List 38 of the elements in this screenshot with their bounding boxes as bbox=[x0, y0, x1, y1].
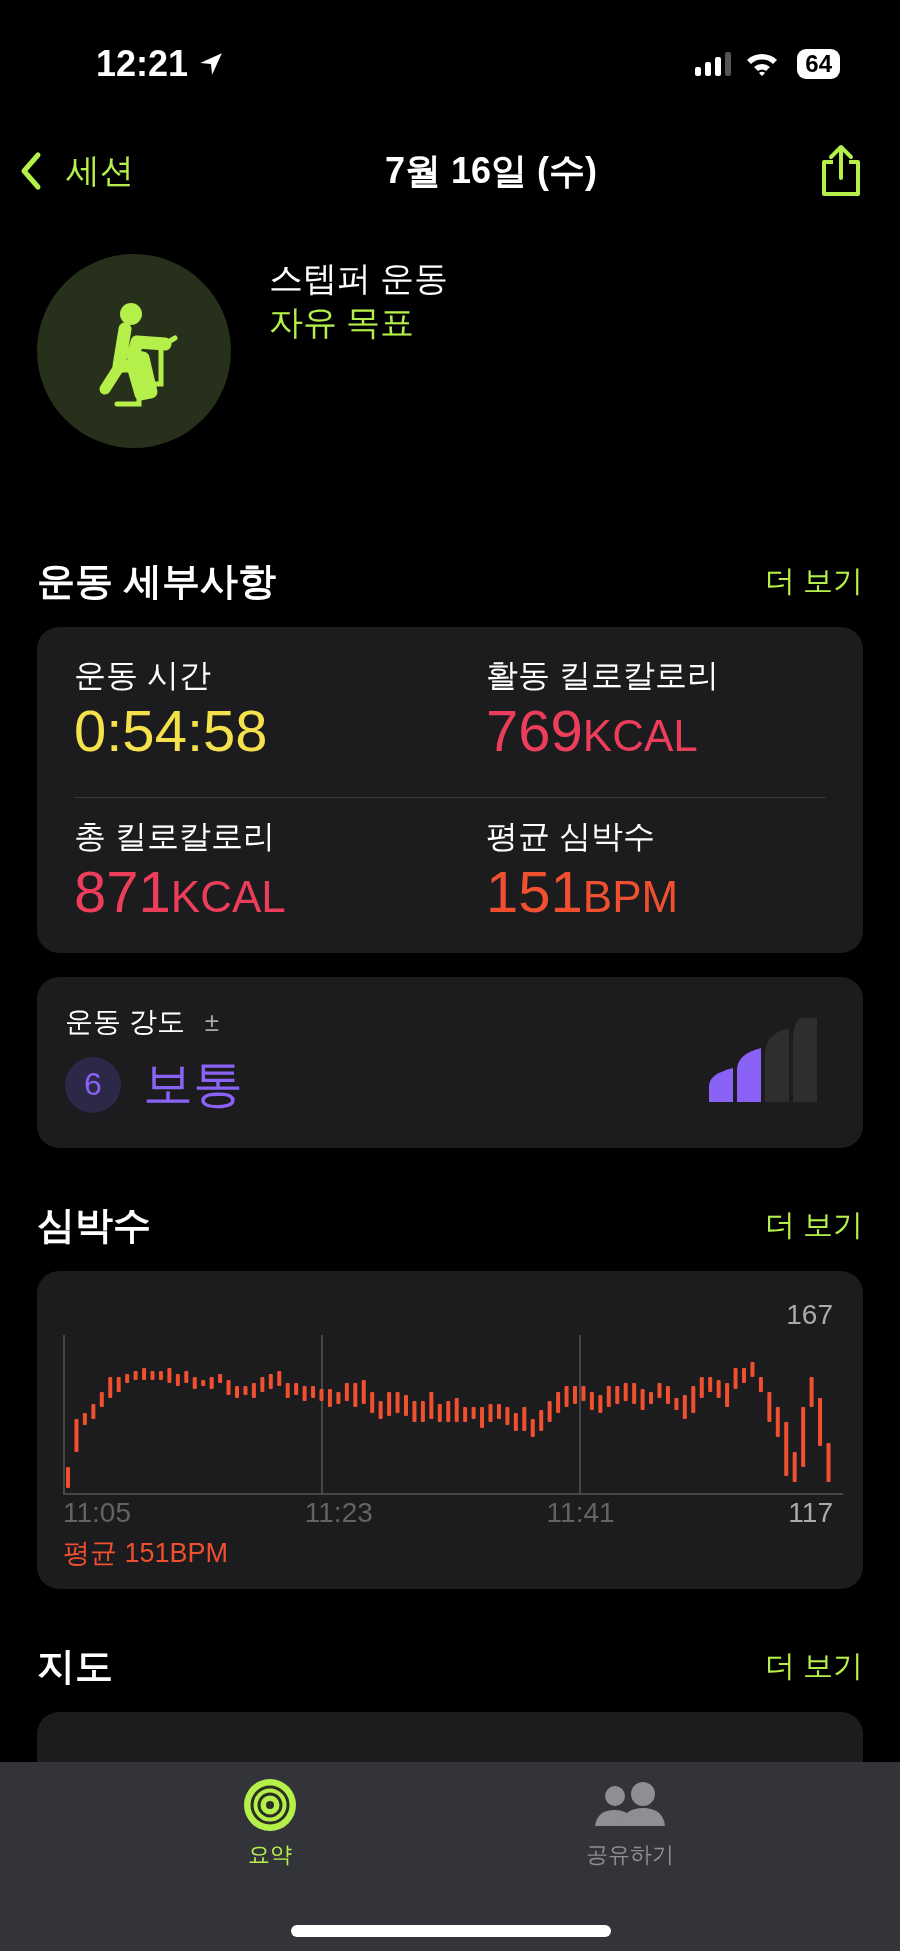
section-title: 운동 세부사항 bbox=[37, 559, 276, 604]
effort-label: 운동 강도 bbox=[65, 1005, 185, 1039]
location-arrow-icon bbox=[198, 51, 225, 77]
more-link[interactable]: 더 보기 bbox=[764, 1205, 863, 1246]
time-label: 11:05 bbox=[63, 1497, 132, 1529]
metric-value: 769KCAL bbox=[486, 697, 699, 765]
stair-climber-icon bbox=[37, 254, 231, 448]
more-link[interactable]: 더 보기 bbox=[764, 561, 863, 602]
workout-goal: 자유 목표 bbox=[269, 302, 416, 343]
back-button[interactable]: 세션 bbox=[20, 148, 134, 194]
nav-title: 7월 16일 (수) bbox=[384, 148, 597, 193]
wifi-icon bbox=[745, 51, 780, 77]
average-heart-rate: 평균 151BPM bbox=[63, 1537, 229, 1570]
more-link[interactable]: 더 보기 bbox=[764, 1646, 863, 1687]
metric-value: 871KCAL bbox=[74, 858, 287, 926]
metric-value: 0:54:58 bbox=[74, 697, 269, 765]
effort-rating: 보통 bbox=[143, 1055, 243, 1114]
time-label: 11:41 bbox=[546, 1497, 616, 1529]
metric-label: 운동 시간 bbox=[74, 656, 212, 695]
status-time: 12:21 bbox=[96, 43, 189, 85]
metric-value: 151BPM bbox=[486, 858, 680, 926]
rings-icon bbox=[243, 1778, 297, 1832]
workout-name: 스텝퍼 운동 bbox=[269, 258, 449, 299]
metric-label: 총 킬로칼로리 bbox=[74, 817, 276, 856]
battery-level: 64 bbox=[797, 49, 840, 79]
metric-label: 평균 심박수 bbox=[486, 817, 656, 856]
effort-card[interactable]: 운동 강도 ± 6 보통 bbox=[37, 977, 863, 1148]
effort-score: 6 bbox=[65, 1056, 121, 1113]
section-title: 지도 bbox=[37, 1644, 113, 1689]
min-value: 117 bbox=[788, 1497, 833, 1529]
metric-label: 활동 킬로칼로리 bbox=[486, 656, 720, 695]
max-value: 167 bbox=[786, 1299, 833, 1331]
tab[interactable]: 요약 bbox=[190, 1762, 350, 1951]
chevron-left-icon bbox=[20, 151, 42, 191]
adjust-icon: ± bbox=[204, 1006, 220, 1038]
time-label: 11:23 bbox=[304, 1497, 374, 1529]
tab[interactable]: 공유하기 bbox=[550, 1762, 710, 1951]
section-title: 심박수 bbox=[37, 1203, 151, 1248]
